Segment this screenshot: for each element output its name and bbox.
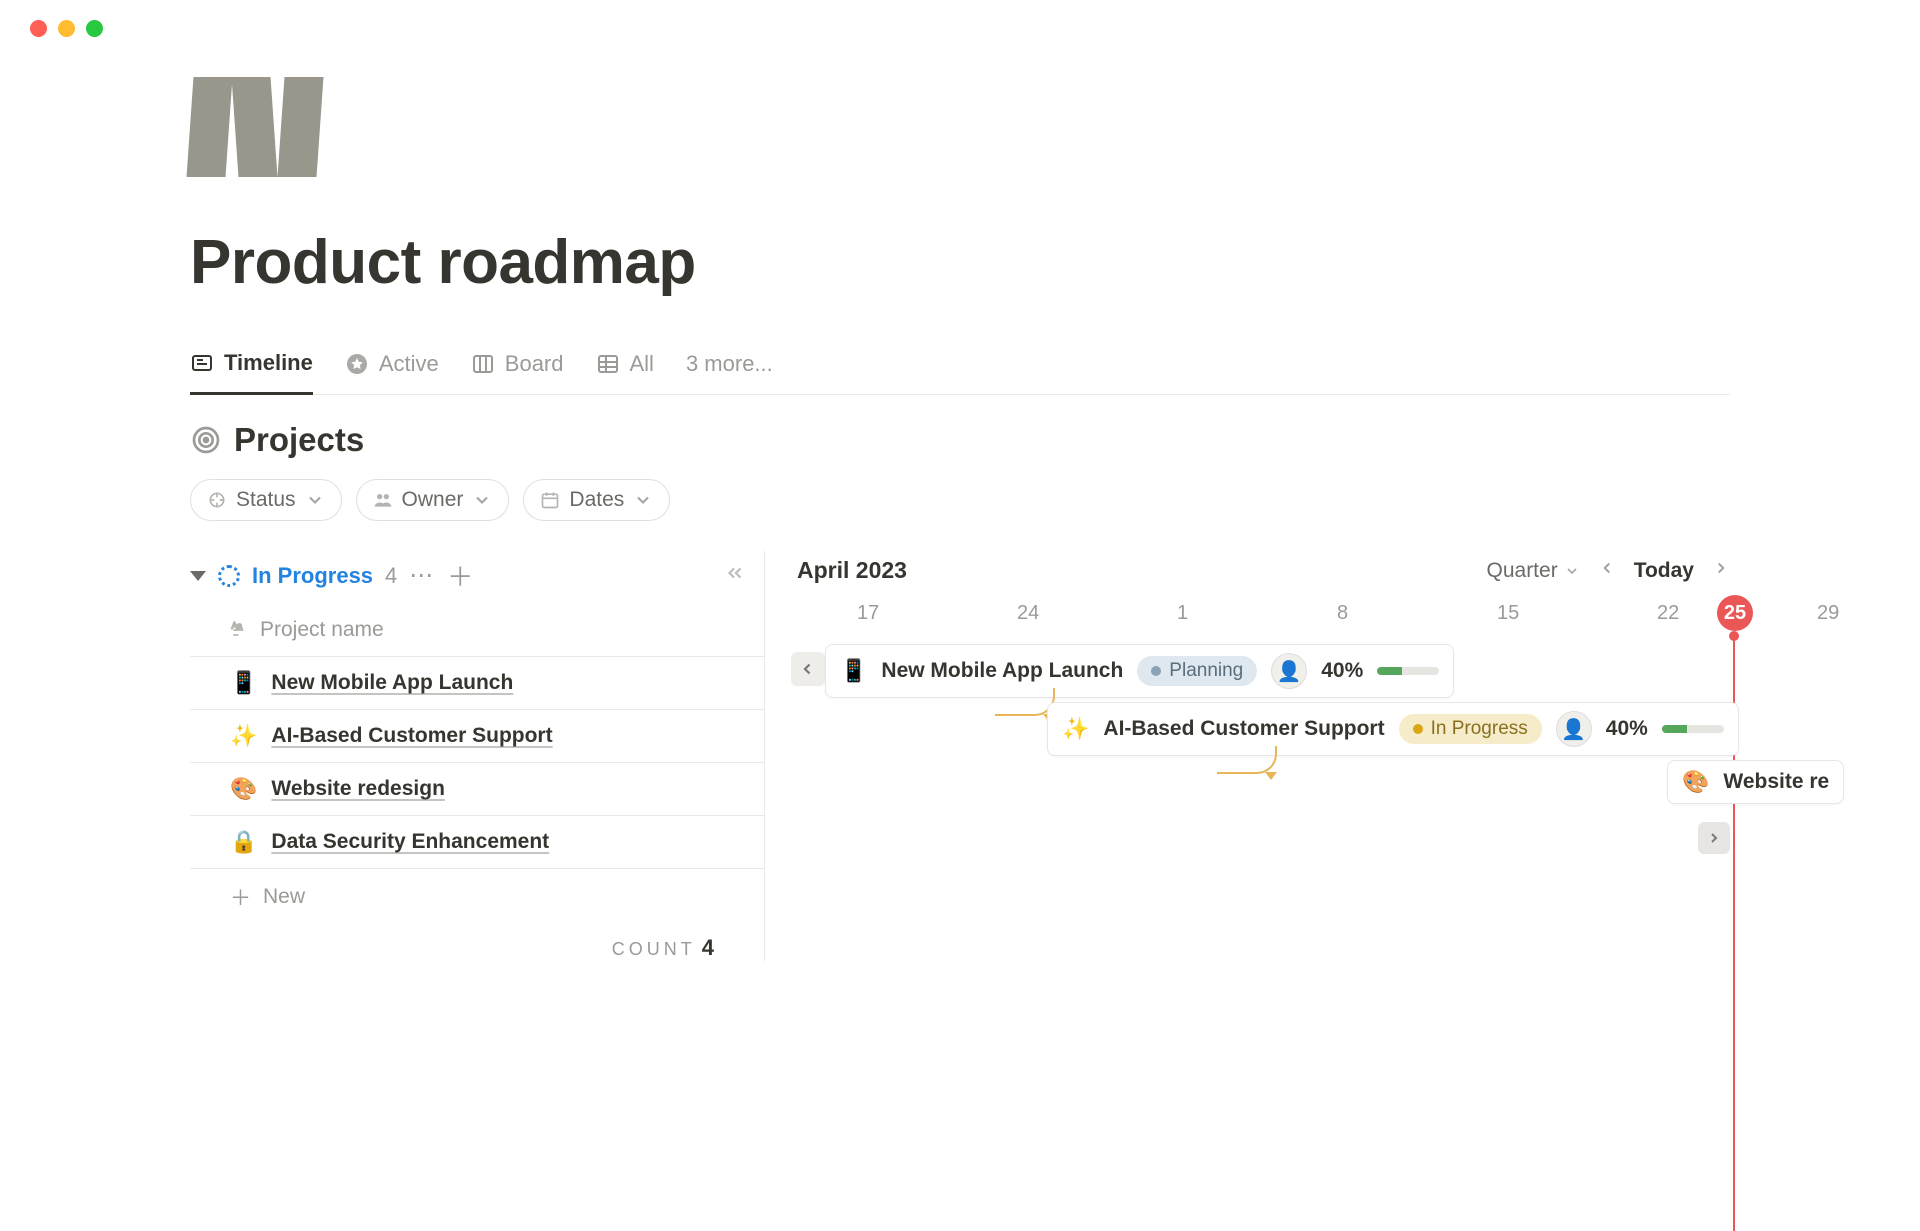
timeline-date: 17 <box>857 602 879 625</box>
table-panel: In Progress 4 ⋯ ＋ Aa Project name 📱 New M… <box>190 551 765 961</box>
card-icon: ✨ <box>1062 716 1089 742</box>
progress-pct: 40% <box>1321 659 1363 683</box>
timeline-date: 1 <box>1177 602 1188 625</box>
today-button[interactable]: Today <box>1634 559 1694 583</box>
board-icon <box>471 352 495 376</box>
count-summary: COUNT4 <box>190 925 764 961</box>
plus-icon: ＋ <box>230 882 251 912</box>
page-title[interactable]: Product roadmap <box>190 227 1730 298</box>
timeline-date: 8 <box>1337 602 1348 625</box>
section-title[interactable]: Projects <box>234 421 364 459</box>
zoom-select[interactable]: Quarter <box>1487 559 1580 583</box>
tab-label: Board <box>505 351 564 377</box>
filter-dates[interactable]: Dates <box>523 479 670 521</box>
tab-all[interactable]: All <box>596 351 654 393</box>
next-period[interactable] <box>1712 559 1730 583</box>
row-icon: 🔒 <box>230 829 257 855</box>
close-window[interactable] <box>30 20 47 37</box>
timeline-card[interactable]: 📱 New Mobile App Launch Planning 👤 40% <box>825 644 1454 698</box>
filter-status[interactable]: Status <box>190 479 342 521</box>
tab-active[interactable]: Active <box>345 351 439 393</box>
timeline-date-today: 25 <box>1717 595 1753 631</box>
status-badge: Planning <box>1137 656 1257 686</box>
timeline-icon <box>190 351 214 375</box>
table-row[interactable]: ✨ AI-Based Customer Support <box>190 710 764 763</box>
tab-label: Active <box>379 351 439 377</box>
tab-timeline[interactable]: Timeline <box>190 350 313 395</box>
more-icon[interactable]: ⋯ <box>409 561 435 590</box>
scroll-right-button[interactable] <box>1698 822 1730 854</box>
new-label: New <box>263 885 305 909</box>
row-icon: ✨ <box>230 723 257 749</box>
card-title: New Mobile App Launch <box>881 659 1123 683</box>
table-icon <box>596 352 620 376</box>
project-name[interactable]: Website redesign <box>271 777 445 801</box>
project-name[interactable]: Data Security Enhancement <box>271 830 549 854</box>
timeline-date: 15 <box>1497 602 1519 625</box>
avatar: 👤 <box>1271 653 1307 689</box>
filter-bar: Status Owner Dates <box>190 479 1730 521</box>
page-icon[interactable] <box>190 77 320 177</box>
window-controls <box>0 0 1920 37</box>
avatar: 👤 <box>1556 711 1592 747</box>
timeline-date: 29 <box>1817 602 1839 625</box>
status-badge: In Progress <box>1399 714 1542 744</box>
new-row[interactable]: ＋ New <box>190 869 764 925</box>
status-circle-icon <box>218 565 240 587</box>
progress-bar <box>1662 725 1724 733</box>
table-row[interactable]: 📱 New Mobile App Launch <box>190 657 764 710</box>
project-name[interactable]: AI-Based Customer Support <box>271 724 552 748</box>
dependency-arrow <box>1217 746 1277 774</box>
table-row[interactable]: 🎨 Website redesign <box>190 763 764 816</box>
dependency-arrow <box>995 688 1055 716</box>
star-icon <box>345 352 369 376</box>
timeline-cards: 📱 New Mobile App Launch Planning 👤 40% ✨ AI-Ba… <box>777 638 1730 938</box>
column-header[interactable]: Aa Project name <box>190 604 764 657</box>
maximize-window[interactable] <box>86 20 103 37</box>
group-name[interactable]: In Progress <box>252 563 373 589</box>
timeline-date: 22 <box>1657 602 1679 625</box>
row-icon: 📱 <box>230 670 257 696</box>
timeline-scale: 17241815222529 <box>777 596 1730 630</box>
timeline-date: 24 <box>1017 602 1039 625</box>
filter-label: Owner <box>402 488 464 512</box>
group-header[interactable]: In Progress 4 ⋯ ＋ <box>190 551 764 604</box>
timeline-card[interactable]: ✨ AI-Based Customer Support In Progress 👤 40… <box>1047 702 1739 756</box>
target-icon <box>190 424 222 456</box>
chevron-down-icon <box>472 490 492 510</box>
scroll-left-button[interactable] <box>791 652 825 686</box>
collapse-triangle-icon[interactable] <box>190 571 206 581</box>
card-title: AI-Based Customer Support <box>1103 717 1384 741</box>
progress-bar <box>1377 667 1439 675</box>
tab-board[interactable]: Board <box>471 351 564 393</box>
tab-label: All <box>630 351 654 377</box>
card-icon: 📱 <box>840 658 867 684</box>
group-count: 4 <box>385 563 397 589</box>
tab-label: Timeline <box>224 350 313 376</box>
tab-more[interactable]: 3 more... <box>686 351 773 393</box>
filter-label: Dates <box>569 488 624 512</box>
row-icon: 🎨 <box>230 776 257 802</box>
timeline-panel: April 2023 Quarter Today 17 24 1 8 15 <box>765 551 1730 961</box>
chevron-down-icon <box>305 490 325 510</box>
card-icon: 🎨 <box>1682 769 1709 795</box>
progress-pct: 40% <box>1606 717 1648 741</box>
zoom-label: Quarter <box>1487 559 1558 583</box>
view-tabs: Timeline Active Board All 3 more... <box>190 350 1730 395</box>
filter-owner[interactable]: Owner <box>356 479 510 521</box>
svg-text:Aa: Aa <box>232 620 243 630</box>
chevron-down-icon <box>1564 563 1580 579</box>
project-name[interactable]: New Mobile App Launch <box>271 671 513 695</box>
prev-period[interactable] <box>1598 559 1616 583</box>
timeline-card[interactable]: 🎨 Website re <box>1667 760 1844 804</box>
table-row[interactable]: 🔒 Data Security Enhancement <box>190 816 764 869</box>
minimize-window[interactable] <box>58 20 75 37</box>
add-icon[interactable]: ＋ <box>447 557 473 594</box>
collapse-panel-icon[interactable] <box>724 562 746 589</box>
filter-label: Status <box>236 488 296 512</box>
card-title: Website re <box>1723 770 1829 794</box>
chevron-down-icon <box>633 490 653 510</box>
timeline-month[interactable]: April 2023 <box>797 557 907 584</box>
column-header-label: Project name <box>260 618 384 642</box>
